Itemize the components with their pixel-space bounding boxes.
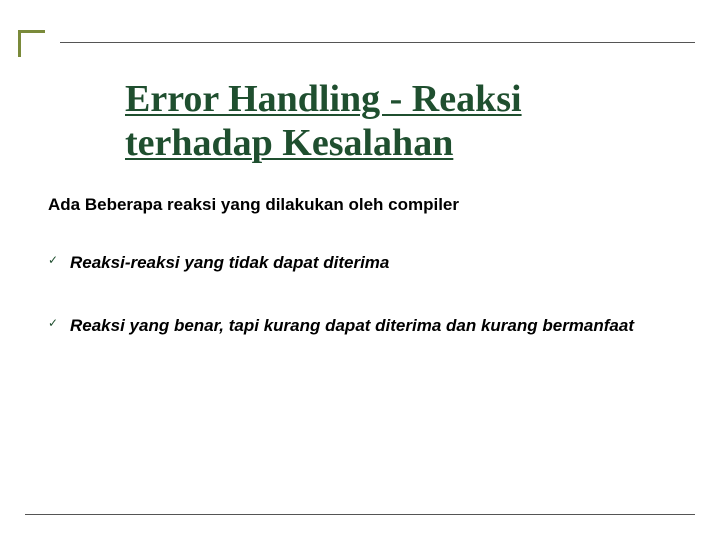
corner-accent bbox=[18, 30, 45, 57]
top-rule bbox=[60, 42, 695, 43]
list-item-text: Reaksi-reaksi yang tidak dapat diterima bbox=[70, 249, 389, 278]
bottom-rule bbox=[25, 514, 695, 515]
list-item: ✓ Reaksi yang benar, tapi kurang dapat d… bbox=[48, 312, 672, 341]
check-icon: ✓ bbox=[48, 312, 70, 334]
slide: Error Handling - Reaksi terhadap Kesalah… bbox=[0, 0, 720, 540]
check-icon: ✓ bbox=[48, 249, 70, 271]
list-item-text: Reaksi yang benar, tapi kurang dapat dit… bbox=[70, 312, 634, 341]
intro-text: Ada Beberapa reaksi yang dilakukan oleh … bbox=[48, 195, 672, 215]
list-item: ✓ Reaksi-reaksi yang tidak dapat diterim… bbox=[48, 249, 672, 278]
slide-title: Error Handling - Reaksi terhadap Kesalah… bbox=[125, 78, 660, 165]
slide-body: Ada Beberapa reaksi yang dilakukan oleh … bbox=[48, 195, 672, 375]
